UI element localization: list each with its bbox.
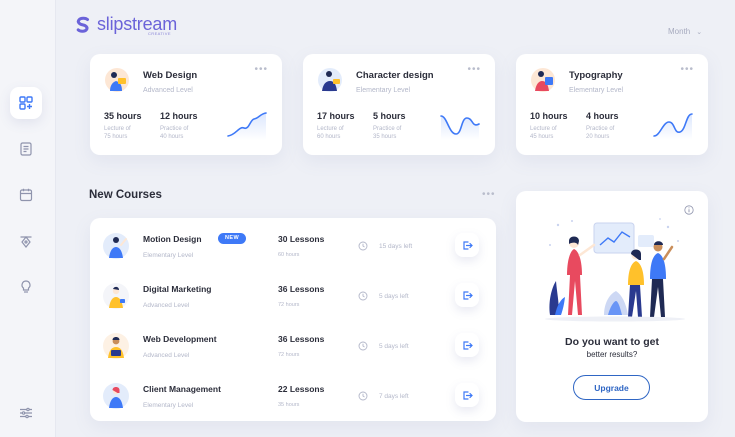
sidebar-item-settings[interactable] bbox=[10, 397, 42, 429]
upgrade-card: Do you want to get better results? Upgra… bbox=[516, 191, 708, 422]
more-icon[interactable]: ••• bbox=[254, 64, 268, 75]
settings-sliders-icon bbox=[20, 407, 32, 419]
more-icon[interactable]: ••• bbox=[482, 189, 496, 200]
enter-arrow-icon bbox=[462, 340, 473, 350]
sidebar-item-documents[interactable] bbox=[10, 133, 42, 165]
practice-stat: 5 hours Practice of 35 hours bbox=[373, 111, 406, 140]
lecture-stat: 35 hours Lecture of 75 hours bbox=[104, 111, 142, 140]
calendar-icon bbox=[19, 188, 33, 202]
web-design-avatar-icon bbox=[105, 68, 129, 92]
upgrade-button[interactable]: Upgrade bbox=[573, 375, 650, 400]
motion-design-avatar-icon bbox=[103, 233, 129, 259]
enter-arrow-icon bbox=[462, 240, 473, 250]
course-level: Elementary Level bbox=[143, 402, 194, 409]
lessons-count: 30 Lessons bbox=[278, 234, 325, 244]
list-item[interactable]: Digital Marketing Advanced Level 36 Less… bbox=[90, 276, 496, 324]
progress-sparkline-icon bbox=[653, 113, 693, 140]
list-item[interactable]: Web Development Advanced Level 36 Lesson… bbox=[90, 326, 496, 374]
lessons-count: 36 Lessons bbox=[278, 334, 325, 344]
new-courses-list: Motion Design NEW Elementary Level 30 Le… bbox=[90, 218, 496, 421]
practice-stat: 4 hours Practice of 20 hours bbox=[586, 111, 619, 140]
course-level: Elementary Level bbox=[569, 87, 624, 94]
lecture-stat: 10 hours Lecture of 45 hours bbox=[530, 111, 568, 140]
chevron-down-icon: ⌄ bbox=[696, 29, 703, 36]
sidebar-item-design[interactable] bbox=[10, 225, 42, 257]
sidebar-item-ideas[interactable] bbox=[10, 271, 42, 303]
enter-arrow-icon bbox=[462, 290, 473, 300]
course-name: Motion Design bbox=[143, 234, 202, 244]
progress-sparkline-icon bbox=[227, 112, 267, 140]
open-course-button[interactable] bbox=[455, 283, 479, 307]
course-duration: 60 hours bbox=[278, 252, 300, 258]
clock-icon bbox=[358, 341, 368, 351]
lecture-stat: 17 hours Lecture of 60 hours bbox=[317, 111, 355, 140]
time-left: 5 days left bbox=[379, 293, 409, 300]
brand-tagline: CREATIVE bbox=[148, 31, 171, 36]
open-course-button[interactable] bbox=[455, 333, 479, 357]
course-level: Advanced Level bbox=[143, 352, 190, 359]
course-card[interactable]: Web Design Advanced Level ••• 35 hours L… bbox=[90, 54, 282, 155]
upgrade-question-sub: better results? bbox=[586, 350, 638, 359]
time-left: 5 days left bbox=[379, 343, 409, 350]
course-level: Elementary Level bbox=[143, 252, 194, 259]
time-left: 7 days left bbox=[379, 393, 409, 400]
course-level: Advanced Level bbox=[143, 302, 190, 309]
course-name: Client Management bbox=[143, 384, 221, 394]
logo-icon bbox=[76, 16, 89, 33]
sidebar-item-dashboard[interactable] bbox=[10, 87, 42, 119]
sidebar-item-calendar[interactable] bbox=[10, 179, 42, 211]
lessons-count: 22 Lessons bbox=[278, 384, 325, 394]
digital-marketing-avatar-icon bbox=[103, 283, 129, 309]
team-presentation-illustration bbox=[545, 218, 685, 322]
dashboard-icon bbox=[19, 96, 33, 110]
period-filter[interactable]: Month ⌄ bbox=[668, 27, 702, 36]
course-title: Typography bbox=[569, 70, 623, 81]
more-icon[interactable]: ••• bbox=[680, 64, 694, 75]
course-duration: 35 hours bbox=[278, 402, 300, 408]
open-course-button[interactable] bbox=[455, 383, 479, 407]
course-name: Web Development bbox=[143, 334, 217, 344]
typography-avatar-icon bbox=[531, 68, 555, 92]
course-title: Web Design bbox=[143, 70, 198, 81]
list-item[interactable]: Client Management Elementary Level 22 Le… bbox=[90, 376, 496, 424]
more-icon[interactable]: ••• bbox=[467, 64, 481, 75]
progress-sparkline-icon bbox=[440, 115, 480, 140]
info-icon[interactable] bbox=[684, 205, 694, 215]
course-name: Digital Marketing bbox=[143, 284, 212, 294]
course-duration: 72 hours bbox=[278, 352, 300, 358]
clock-icon bbox=[358, 291, 368, 301]
course-card[interactable]: Typography Elementary Level ••• 10 hours… bbox=[516, 54, 708, 155]
open-course-button[interactable] bbox=[455, 233, 479, 257]
client-management-avatar-icon bbox=[103, 383, 129, 409]
course-level: Elementary Level bbox=[356, 87, 411, 94]
enter-arrow-icon bbox=[462, 390, 473, 400]
list-item[interactable]: Motion Design NEW Elementary Level 30 Le… bbox=[90, 226, 496, 274]
course-card[interactable]: Character design Elementary Level ••• 17… bbox=[303, 54, 495, 155]
upgrade-question: Do you want to get bbox=[565, 336, 659, 348]
clock-icon bbox=[358, 391, 368, 401]
new-badge: NEW bbox=[218, 233, 247, 244]
practice-stat: 12 hours Practice of 40 hours bbox=[160, 111, 198, 140]
time-left: 15 days left bbox=[379, 243, 413, 250]
lightbulb-icon bbox=[21, 280, 31, 293]
course-duration: 72 hours bbox=[278, 302, 300, 308]
course-level: Advanced Level bbox=[143, 87, 193, 94]
web-development-avatar-icon bbox=[103, 333, 129, 359]
clock-icon bbox=[358, 241, 368, 251]
character-design-avatar-icon bbox=[318, 68, 342, 92]
pen-tool-icon bbox=[20, 236, 32, 248]
document-icon bbox=[20, 142, 32, 156]
section-title: New Courses bbox=[89, 189, 162, 201]
sidebar bbox=[0, 0, 56, 437]
lessons-count: 36 Lessons bbox=[278, 284, 325, 294]
course-title: Character design bbox=[356, 70, 434, 81]
period-filter-label: Month bbox=[668, 27, 691, 36]
